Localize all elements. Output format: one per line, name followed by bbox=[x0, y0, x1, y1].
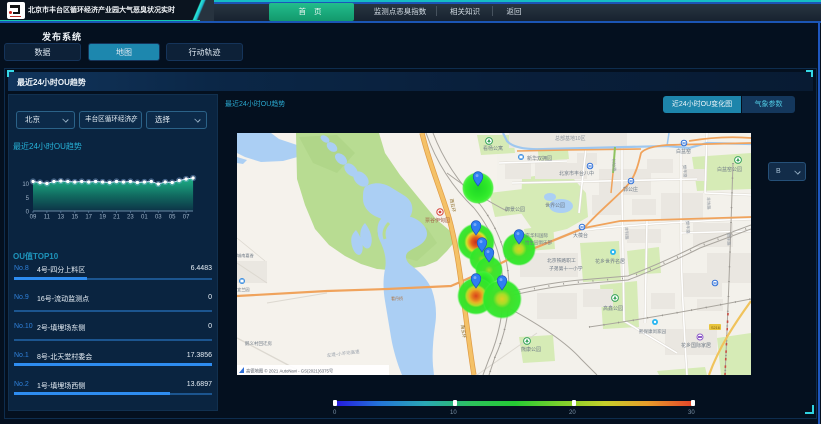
svg-text:票谷伊甸园: 票谷伊甸园 bbox=[425, 217, 450, 224]
svg-text:大葆台: 大葆台 bbox=[573, 232, 588, 239]
svg-text:09: 09 bbox=[30, 215, 37, 221]
svg-text:11: 11 bbox=[44, 215, 51, 221]
svg-text:17: 17 bbox=[85, 215, 92, 221]
svg-text:怡生园俱乐部: 怡生园俱乐部 bbox=[525, 239, 552, 246]
svg-text:城南嘉香: 城南嘉香 bbox=[237, 252, 255, 259]
svg-text:15: 15 bbox=[71, 215, 78, 221]
svg-text:花乡国际家居: 花乡国际家居 bbox=[681, 342, 711, 349]
svg-text:子弟第十一小学: 子弟第十一小学 bbox=[549, 265, 583, 272]
svg-text:郭公庄: 郭公庄 bbox=[623, 186, 638, 193]
svg-text:看丹桥: 看丹桥 bbox=[391, 295, 403, 301]
svg-text:御景公园: 御景公园 bbox=[505, 206, 525, 213]
svg-text:看杨公寓: 看杨公寓 bbox=[483, 145, 503, 152]
svg-text:新华双拥园: 新华双拥园 bbox=[527, 155, 552, 162]
svg-text:10: 10 bbox=[22, 182, 29, 188]
svg-text:白盆窑公园: 白盆窑公园 bbox=[717, 166, 742, 173]
svg-text:总部基地10区: 总部基地10区 bbox=[555, 135, 586, 142]
svg-text:高德地图 © 2021 AutoNavi - GS(2021: 高德地图 © 2021 AutoNavi - GS(2021)6375号 bbox=[246, 368, 333, 375]
svg-text:熙保康闵家园: 熙保康闵家园 bbox=[639, 328, 666, 335]
svg-text:23: 23 bbox=[127, 215, 134, 221]
svg-text:01: 01 bbox=[141, 215, 148, 221]
svg-text:5: 5 bbox=[26, 196, 30, 202]
svg-text:13: 13 bbox=[57, 215, 64, 221]
svg-text:07: 07 bbox=[183, 215, 190, 221]
svg-text:05: 05 bbox=[169, 215, 176, 221]
svg-text:北京华科国际: 北京华科国际 bbox=[521, 232, 548, 239]
svg-text:熊康公园: 熊康公园 bbox=[521, 346, 541, 353]
svg-text:21: 21 bbox=[113, 215, 120, 221]
svg-text:S216: S216 bbox=[711, 326, 720, 330]
svg-text:北京市丰台八中: 北京市丰台八中 bbox=[559, 170, 594, 177]
svg-text:19: 19 bbox=[99, 215, 106, 221]
svg-text:宜兰园: 宜兰园 bbox=[237, 286, 250, 293]
svg-text:白盆窑: 白盆窑 bbox=[676, 148, 691, 155]
svg-text:鹅义村回迁房: 鹅义村回迁房 bbox=[245, 340, 272, 347]
svg-text:高鑫公园: 高鑫公园 bbox=[603, 305, 623, 312]
svg-text:03: 03 bbox=[155, 215, 162, 221]
svg-text:花乡世界名居: 花乡世界名居 bbox=[595, 258, 625, 265]
svg-text:北京铁路职工: 北京铁路职工 bbox=[547, 257, 576, 264]
svg-text:世界公园: 世界公园 bbox=[545, 202, 565, 209]
